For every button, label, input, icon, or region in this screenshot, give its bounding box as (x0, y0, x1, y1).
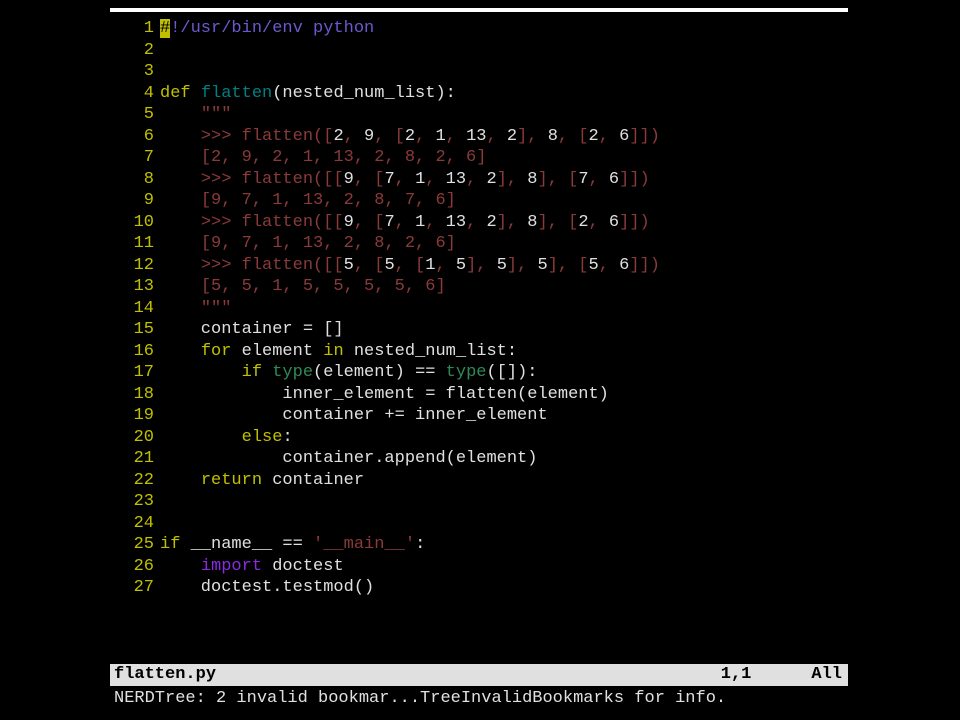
code-content[interactable]: else: (160, 427, 848, 449)
code-line[interactable]: 10 >>> flatten([[9, [7, 1, 13, 2], 8], [… (110, 212, 848, 234)
code-content[interactable] (160, 40, 848, 62)
line-number: 22 (110, 470, 160, 492)
code-content[interactable]: doctest.testmod() (160, 577, 848, 599)
status-filename: flatten.py (114, 664, 216, 686)
code-line[interactable]: 13 [5, 5, 1, 5, 5, 5, 5, 6] (110, 276, 848, 298)
code-content[interactable] (160, 513, 848, 535)
code-line[interactable]: 16 for element in nested_num_list: (110, 341, 848, 363)
code-content[interactable]: [2, 9, 2, 1, 13, 2, 8, 2, 6] (160, 147, 848, 169)
code-line[interactable]: 2 (110, 40, 848, 62)
code-content[interactable]: """ (160, 104, 848, 126)
code-line[interactable]: 1#!/usr/bin/env python (110, 18, 848, 40)
terminal-window: 1#!/usr/bin/env python234def flatten(nes… (110, 8, 848, 716)
code-content[interactable]: >>> flatten([[5, [5, [1, 5], 5], 5], [5,… (160, 255, 848, 277)
code-line[interactable]: 18 inner_element = flatten(element) (110, 384, 848, 406)
line-number: 13 (110, 276, 160, 298)
line-number: 16 (110, 341, 160, 363)
line-number: 1 (110, 18, 160, 40)
code-content[interactable]: >>> flatten([2, 9, [2, 1, 13, 2], 8, [2,… (160, 126, 848, 148)
line-number: 18 (110, 384, 160, 406)
code-content[interactable]: container.append(element) (160, 448, 848, 470)
code-content[interactable] (160, 61, 848, 83)
code-line[interactable]: 25if __name__ == '__main__': (110, 534, 848, 556)
line-number: 3 (110, 61, 160, 83)
code-content[interactable]: [9, 7, 1, 13, 2, 8, 7, 6] (160, 190, 848, 212)
line-number: 8 (110, 169, 160, 191)
code-content[interactable] (160, 491, 848, 513)
code-line[interactable]: 22 return container (110, 470, 848, 492)
code-line[interactable]: 24 (110, 513, 848, 535)
code-content[interactable]: """ (160, 298, 848, 320)
line-number: 10 (110, 212, 160, 234)
code-content[interactable]: if type(element) == type([]): (160, 362, 848, 384)
code-content[interactable]: for element in nested_num_list: (160, 341, 848, 363)
code-content[interactable]: #!/usr/bin/env python (160, 18, 848, 40)
code-line[interactable]: 4def flatten(nested_num_list): (110, 83, 848, 105)
code-line[interactable]: 17 if type(element) == type([]): (110, 362, 848, 384)
code-content[interactable]: [5, 5, 1, 5, 5, 5, 5, 6] (160, 276, 848, 298)
status-position: 1,1 (721, 664, 752, 686)
line-number: 19 (110, 405, 160, 427)
line-number: 4 (110, 83, 160, 105)
code-line[interactable]: 11 [9, 7, 1, 13, 2, 8, 2, 6] (110, 233, 848, 255)
code-content[interactable]: >>> flatten([[9, [7, 1, 13, 2], 8], [2, … (160, 212, 848, 234)
command-line: NERDTree: 2 invalid bookmar...TreeInvali… (110, 688, 848, 710)
code-line[interactable]: 3 (110, 61, 848, 83)
line-number: 5 (110, 104, 160, 126)
code-line[interactable]: 27 doctest.testmod() (110, 577, 848, 599)
line-number: 9 (110, 190, 160, 212)
line-number: 7 (110, 147, 160, 169)
line-number: 6 (110, 126, 160, 148)
code-line[interactable]: 26 import doctest (110, 556, 848, 578)
code-line[interactable]: 15 container = [] (110, 319, 848, 341)
code-content[interactable]: inner_element = flatten(element) (160, 384, 848, 406)
code-line[interactable]: 19 container += inner_element (110, 405, 848, 427)
code-line[interactable]: 6 >>> flatten([2, 9, [2, 1, 13, 2], 8, [… (110, 126, 848, 148)
status-percent: All (811, 664, 842, 686)
line-number: 14 (110, 298, 160, 320)
line-number: 17 (110, 362, 160, 384)
code-content[interactable]: container += inner_element (160, 405, 848, 427)
line-number: 2 (110, 40, 160, 62)
line-number: 27 (110, 577, 160, 599)
line-number: 11 (110, 233, 160, 255)
code-line[interactable]: 12 >>> flatten([[5, [5, [1, 5], 5], 5], … (110, 255, 848, 277)
line-number: 24 (110, 513, 160, 535)
line-number: 26 (110, 556, 160, 578)
line-number: 21 (110, 448, 160, 470)
code-content[interactable]: def flatten(nested_num_list): (160, 83, 848, 105)
code-line[interactable]: 5 """ (110, 104, 848, 126)
code-line[interactable]: 14 """ (110, 298, 848, 320)
line-number: 15 (110, 319, 160, 341)
code-content[interactable]: [9, 7, 1, 13, 2, 8, 2, 6] (160, 233, 848, 255)
code-line[interactable]: 20 else: (110, 427, 848, 449)
code-line[interactable]: 9 [9, 7, 1, 13, 2, 8, 7, 6] (110, 190, 848, 212)
line-number: 25 (110, 534, 160, 556)
code-line[interactable]: 8 >>> flatten([[9, [7, 1, 13, 2], 8], [7… (110, 169, 848, 191)
code-line[interactable]: 21 container.append(element) (110, 448, 848, 470)
code-editor[interactable]: 1#!/usr/bin/env python234def flatten(nes… (110, 18, 848, 716)
code-line[interactable]: 7 [2, 9, 2, 1, 13, 2, 8, 2, 6] (110, 147, 848, 169)
line-number: 20 (110, 427, 160, 449)
code-content[interactable]: if __name__ == '__main__': (160, 534, 848, 556)
code-content[interactable]: return container (160, 470, 848, 492)
code-content[interactable]: >>> flatten([[9, [7, 1, 13, 2], 8], [7, … (160, 169, 848, 191)
line-number: 12 (110, 255, 160, 277)
code-content[interactable]: import doctest (160, 556, 848, 578)
code-content[interactable]: container = [] (160, 319, 848, 341)
line-number: 23 (110, 491, 160, 513)
status-line: flatten.py 1,1 All (110, 664, 848, 686)
code-line[interactable]: 23 (110, 491, 848, 513)
